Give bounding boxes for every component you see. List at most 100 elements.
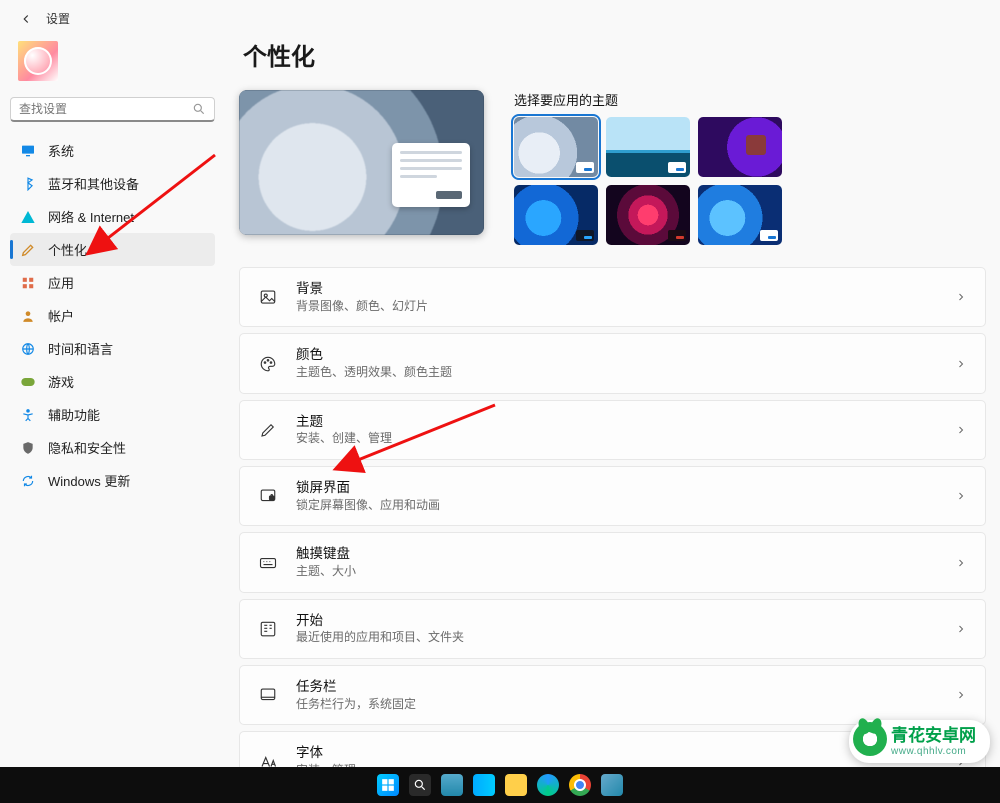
nav-item-update[interactable]: Windows 更新: [10, 464, 215, 497]
card-title: 触摸键盘: [296, 545, 937, 563]
theme-thumb-1[interactable]: [514, 117, 598, 177]
chevron-right-icon: [955, 291, 967, 303]
theme-thumb-6[interactable]: [698, 185, 782, 245]
desktop-preview: [239, 90, 484, 235]
nav-item-accessibility[interactable]: 辅助功能: [10, 398, 215, 431]
watermark-url: www.qhhlv.com: [891, 746, 976, 758]
accessibility-icon: [20, 407, 36, 423]
chevron-right-icon: [955, 557, 967, 569]
card-desc: 主题、大小: [296, 563, 937, 580]
nav-label: 时间和语言: [48, 339, 113, 358]
bluetooth-icon: [20, 176, 36, 192]
nav-item-personalization[interactable]: 个性化: [10, 233, 215, 266]
nav-item-gaming[interactable]: 游戏: [10, 365, 215, 398]
card-touch-keyboard[interactable]: 触摸键盘主题、大小: [239, 532, 986, 592]
palette-icon: [258, 354, 278, 374]
apps-icon: [20, 275, 36, 291]
nav-label: 隐私和安全性: [48, 438, 126, 457]
keyboard-icon: [258, 553, 278, 573]
search-input[interactable]: [19, 102, 192, 116]
card-desc: 锁定屏幕图像、应用和动画: [296, 497, 937, 514]
taskbar-photos-icon[interactable]: [601, 774, 623, 796]
app-title: 设置: [46, 10, 70, 27]
taskbar-explorer-icon[interactable]: [505, 774, 527, 796]
sidebar: 系统 蓝牙和其他设备 网络 & Internet 个性化 应用 帐户 时间和语言: [0, 37, 225, 770]
taskbar-start-icon[interactable]: [377, 774, 399, 796]
brush-icon: [20, 242, 36, 258]
watermark: 青花安卓网 www.qhhlv.com: [849, 720, 990, 763]
theme-thumb-2[interactable]: [606, 117, 690, 177]
nav-label: 帐户: [48, 306, 74, 325]
card-background[interactable]: 背景背景图像、颜色、幻灯片: [239, 267, 986, 327]
nav-label: 系统: [48, 141, 74, 160]
card-taskbar[interactable]: 任务栏任务栏行为，系统固定: [239, 665, 986, 725]
chevron-right-icon: [955, 689, 967, 701]
start-icon: [258, 619, 278, 639]
page-title: 个性化: [243, 37, 986, 72]
main-content: 个性化 选择要应用的主题 背景背景图像、颜色、幻灯片: [225, 37, 1000, 770]
monitor-icon: [20, 143, 36, 159]
update-icon: [20, 473, 36, 489]
card-desc: 任务栏行为，系统固定: [296, 696, 937, 713]
person-icon: [20, 308, 36, 324]
user-avatar-block[interactable]: [10, 37, 215, 97]
brush-icon: [258, 420, 278, 440]
card-title: 背景: [296, 280, 937, 298]
taskbar-search-icon[interactable]: [409, 774, 431, 796]
card-desc: 安装、创建、管理: [296, 430, 937, 447]
taskbar: [0, 767, 1000, 803]
search-box[interactable]: [10, 97, 215, 122]
chevron-right-icon: [955, 424, 967, 436]
nav-label: 辅助功能: [48, 405, 100, 424]
card-colors[interactable]: 颜色主题色、透明效果、颜色主题: [239, 333, 986, 393]
taskbar-widgets-icon[interactable]: [473, 774, 495, 796]
nav-label: 应用: [48, 273, 74, 292]
search-icon: [192, 102, 206, 116]
themes-grid: [514, 117, 986, 245]
back-button[interactable]: [18, 11, 34, 27]
nav-item-privacy[interactable]: 隐私和安全性: [10, 431, 215, 464]
wifi-icon: [20, 209, 36, 225]
card-title: 锁屏界面: [296, 479, 937, 497]
theme-thumb-5[interactable]: [606, 185, 690, 245]
card-desc: 背景图像、颜色、幻灯片: [296, 298, 937, 315]
theme-thumb-4[interactable]: [514, 185, 598, 245]
themes-heading: 选择要应用的主题: [514, 90, 986, 109]
theme-thumb-3[interactable]: [698, 117, 782, 177]
card-title: 任务栏: [296, 678, 937, 696]
nav-label: 网络 & Internet: [48, 207, 134, 226]
avatar-image: [18, 41, 58, 81]
card-desc: 主题色、透明效果、颜色主题: [296, 364, 937, 381]
chevron-right-icon: [955, 623, 967, 635]
nav-item-system[interactable]: 系统: [10, 134, 215, 167]
chevron-right-icon: [955, 490, 967, 502]
card-lock-screen[interactable]: 锁屏界面锁定屏幕图像、应用和动画: [239, 466, 986, 526]
nav-item-accounts[interactable]: 帐户: [10, 299, 215, 332]
taskbar-edge-icon[interactable]: [537, 774, 559, 796]
card-themes[interactable]: 主题安装、创建、管理: [239, 400, 986, 460]
card-title: 开始: [296, 612, 937, 630]
picture-icon: [258, 287, 278, 307]
lock-screen-icon: [258, 486, 278, 506]
card-start[interactable]: 开始最近使用的应用和项目、文件夹: [239, 599, 986, 659]
taskbar-icon: [258, 685, 278, 705]
taskbar-chrome-icon[interactable]: [569, 774, 591, 796]
taskbar-taskview-icon[interactable]: [441, 774, 463, 796]
globe-icon: [20, 341, 36, 357]
card-title: 主题: [296, 413, 937, 431]
nav-item-bluetooth[interactable]: 蓝牙和其他设备: [10, 167, 215, 200]
shield-icon: [20, 440, 36, 456]
chevron-right-icon: [955, 358, 967, 370]
nav-item-time-language[interactable]: 时间和语言: [10, 332, 215, 365]
game-icon: [20, 374, 36, 390]
card-desc: 最近使用的应用和项目、文件夹: [296, 629, 937, 646]
card-title: 颜色: [296, 346, 937, 364]
nav-label: Windows 更新: [48, 471, 130, 490]
watermark-brand: 青花安卓网: [891, 726, 976, 746]
nav-item-apps[interactable]: 应用: [10, 266, 215, 299]
watermark-logo-icon: [853, 722, 887, 756]
nav-item-network[interactable]: 网络 & Internet: [10, 200, 215, 233]
nav-label: 游戏: [48, 372, 74, 391]
nav-label: 个性化: [48, 240, 87, 259]
card-title: 字体: [296, 744, 937, 762]
